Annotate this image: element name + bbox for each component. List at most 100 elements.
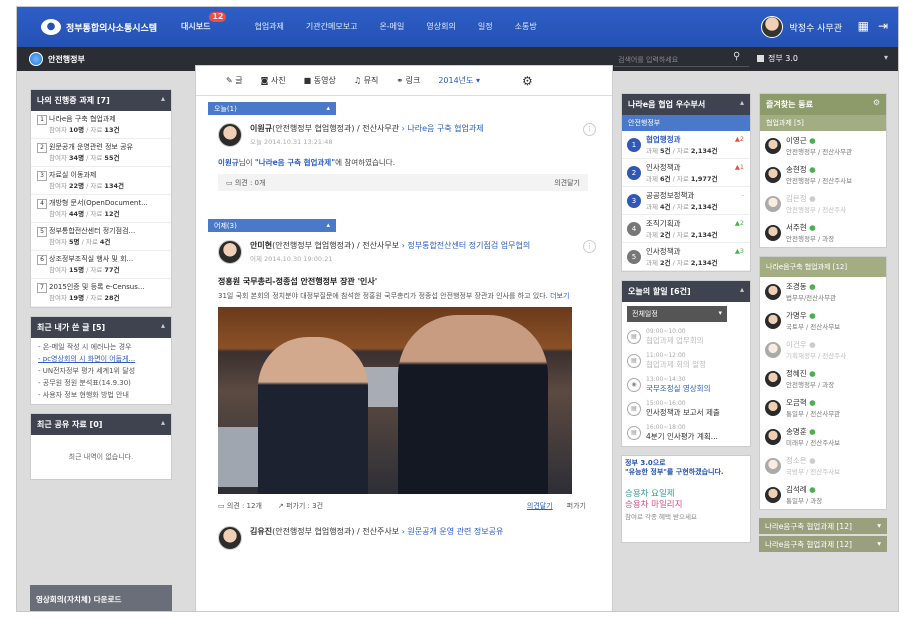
author-avatar[interactable]: [218, 526, 242, 550]
collapse-icon[interactable]: ▴: [161, 418, 165, 427]
year-select[interactable]: 2014년도 ▾: [438, 75, 480, 86]
recent-post-item[interactable]: - 온-메일 작성 시 에러나는 경우: [38, 341, 164, 353]
event-item[interactable]: ▤ 15:00~16:00 인사정책과 보고서 제출: [627, 400, 745, 418]
chevron-down-icon[interactable]: ▾: [884, 53, 888, 62]
post-menu-icon[interactable]: ⋮: [583, 240, 596, 253]
colleague-item[interactable]: 송명훈 ● 미래부 / 전산주사보: [760, 422, 886, 451]
author-name[interactable]: 안미현: [250, 241, 272, 250]
photo-button[interactable]: ◙ 사진: [261, 75, 286, 86]
task-link[interactable]: 정부통합전산센터 정기점검 업무협의: [407, 241, 530, 250]
grid-menu-icon[interactable]: ▦: [858, 19, 869, 33]
author-name[interactable]: 김유진: [250, 527, 272, 536]
logout-icon[interactable]: ⇥: [878, 19, 888, 33]
favorites-group[interactable]: 협업과제 [5]: [760, 115, 886, 131]
colleague-item[interactable]: 정소은 ● 국방부 / 전산주사보: [760, 451, 886, 480]
shares-count[interactable]: ↗ 퍼가기 : 3건: [278, 501, 323, 511]
recent-posts-header[interactable]: 최근 내가 쓴 글 [5] ▴: [31, 317, 171, 338]
rank-item[interactable]: 1 협업행정과 과제 5건 / 자료 2,134건 ▲2: [622, 131, 750, 159]
write-text-button[interactable]: ✎ 글: [226, 75, 243, 86]
event-item[interactable]: ▤ 09:00~10:00 협업과제 업무회의: [627, 328, 745, 346]
video-button[interactable]: ■ 동영상: [304, 75, 336, 86]
colleague-item[interactable]: 조경동 ● 법무부/전산사무관: [760, 277, 886, 306]
coop-group-collapsed[interactable]: 나라e음구축 협업과제 [12] ▾: [759, 518, 887, 534]
music-button[interactable]: ♫ 뮤직: [354, 75, 378, 86]
user-menu[interactable]: 박정수 사무관: [761, 16, 842, 38]
colleague-item[interactable]: 가명우 ● 국토부 / 전산사무보: [760, 306, 886, 335]
rank-item[interactable]: 3 공공정보정책과 과제 4건 / 자료 2,134건 -: [622, 187, 750, 215]
colleague-item[interactable]: 송현정 ● 안전행정부 / 전산주사보: [760, 160, 886, 189]
promo-banner[interactable]: 정부 3.0으로 "유능한 정부"를 구현하겠습니다. 승용차 요일제 승용차 마…: [621, 455, 751, 543]
settings-icon[interactable]: ⚙: [873, 98, 880, 107]
collapse-icon[interactable]: ▴: [740, 98, 744, 107]
recent-post-item[interactable]: - pc영상회의 시 화면이 어둡게...: [38, 353, 164, 365]
author-avatar[interactable]: [218, 240, 242, 264]
task-item[interactable]: 6 상조정부조직실 행사 및 회... 참여자 15명 / 자료 77건: [31, 251, 171, 279]
org-selector[interactable]: 안전행정부: [29, 52, 85, 66]
comments-count[interactable]: ▭ 의견 : 0개: [226, 178, 265, 188]
nav-memo-report[interactable]: 기관간메모보고: [306, 21, 358, 32]
comments-count[interactable]: ▭ 의견 : 12개: [218, 501, 262, 511]
body-task[interactable]: "나라e음 구축 협업과제": [255, 158, 335, 167]
nav-dashboard[interactable]: 대시보드 12: [181, 12, 232, 32]
nav-collab-task[interactable]: 협업과제: [254, 21, 283, 32]
chevron-down-icon[interactable]: ▾: [877, 539, 881, 548]
schedule-filter-select[interactable]: 전체일정 ▾: [627, 306, 727, 322]
gear-icon[interactable]: ⚙: [522, 74, 533, 88]
search-input[interactable]: 검색어를 입력하세요: [614, 52, 749, 67]
write-comment-button[interactable]: 의견달기: [527, 501, 553, 511]
task-item[interactable]: 1 나라e음 구축 협업과제 참여자 10명 / 자료 13건: [31, 111, 171, 139]
colleague-item[interactable]: 오금혁 ● 통일부 / 전산사무관: [760, 393, 886, 422]
nav-on-mail[interactable]: 온-메일: [379, 21, 404, 32]
recent-post-item[interactable]: - 공무원 정원 분석표(14.9.30): [38, 377, 164, 389]
task-item[interactable]: 5 정부통합전산센터 정기점검... 참여자 5명 / 자료 4건: [31, 223, 171, 251]
body-author[interactable]: 이원규: [218, 158, 239, 167]
chevron-down-icon[interactable]: ▾: [877, 521, 881, 530]
coop-group-collapsed[interactable]: 나라e음구축 협업과제 [12] ▾: [759, 536, 887, 552]
event-item[interactable]: ◉ 13:00~14:30 국무조정실 영상회의: [627, 376, 745, 394]
colleague-item[interactable]: 이건우 ● 기획재정부 / 전산주사: [760, 335, 886, 364]
share-button[interactable]: 퍼가기: [567, 501, 586, 511]
author-name[interactable]: 이원규: [250, 124, 272, 133]
rank-item[interactable]: 4 조직기획과 과제 2건 / 자료 2,134건 ▲2: [622, 215, 750, 243]
colleague-item[interactable]: 서주현 ● 안전행정부 / 과장: [760, 218, 886, 247]
post-menu-icon[interactable]: ⋮: [583, 123, 596, 136]
search-icon[interactable]: ⚲: [733, 51, 740, 62]
my-tasks-header[interactable]: 나의 진행중 과제 [7] ▴: [31, 90, 171, 111]
recent-post-item[interactable]: - UN전자정부 평가 세계1위 달성: [38, 365, 164, 377]
rank-item[interactable]: 2 인사정책과 과제 6건 / 자료 1,977건 ▲1: [622, 159, 750, 187]
event-item[interactable]: ▤ 11:00~12:00 협업과제 회의 일정: [627, 352, 745, 370]
favorites-header[interactable]: 즐겨찾는 동료 ⚙: [760, 94, 886, 115]
colleague-item[interactable]: 정혜진 ● 안전행정부 / 과장: [760, 364, 886, 393]
today-divider[interactable]: 오늘(1) ▴: [208, 102, 336, 115]
author-avatar[interactable]: [218, 123, 242, 147]
task-item[interactable]: 4 개방형 문서(OpenDocument... 참여자 44명 / 자료 12건: [31, 195, 171, 223]
event-item[interactable]: ▤ 16:00~18:00 4분기 인사평가 계획...: [627, 424, 745, 442]
video-download-button[interactable]: 영상회의(자치체) 다운로드: [30, 585, 172, 611]
colleague-item[interactable]: 이영근 ● 안전행정부 / 전산사무관: [760, 131, 886, 160]
collapse-icon[interactable]: ▴: [161, 321, 165, 330]
collapse-icon[interactable]: ▴: [326, 221, 330, 229]
write-comment-button[interactable]: 의견달기: [554, 178, 580, 188]
best-dept-header[interactable]: 나라e음 협업 우수부서 ▴: [622, 94, 750, 115]
collapse-icon[interactable]: ▴: [161, 94, 165, 103]
collapse-icon[interactable]: ▴: [326, 104, 330, 112]
task-link[interactable]: 원문공개 운영 관련 정보공유: [407, 527, 503, 536]
nav-video-conference[interactable]: 영상회의: [426, 21, 455, 32]
colleague-item[interactable]: 김석례 ● 통일부 / 과장: [760, 480, 886, 509]
task-item[interactable]: 3 자료실 이동과제 참여자 22명 / 자료 134건: [31, 167, 171, 195]
more-link[interactable]: 더보기: [550, 292, 569, 300]
today-todo-header[interactable]: 오늘의 할일 [6건] ▴: [622, 281, 750, 302]
nav-schedule[interactable]: 일정: [478, 21, 493, 32]
yesterday-divider[interactable]: 어제(3) ▴: [208, 219, 336, 232]
coop-header[interactable]: 나라e음구축 협업과제 [12]: [760, 257, 886, 277]
rank-item[interactable]: 5 인사정책과 과제 2건 / 자료 2,134건 ▲3: [622, 243, 750, 271]
task-item[interactable]: 2 원문공개 운영관련 정보 공유 참여자 34명 / 자료 55건: [31, 139, 171, 167]
nav-talk-room[interactable]: 소통방: [515, 21, 537, 32]
logo[interactable]: ● 정부통합의사소통시스템: [41, 19, 157, 35]
task-item[interactable]: 7 2015인증 및 등록 e-Census... 참여자 19명 / 자료 28건: [31, 279, 171, 307]
shared-docs-header[interactable]: 최근 공유 자료 [0] ▴: [31, 414, 171, 435]
collapse-icon[interactable]: ▴: [740, 285, 744, 294]
gov30-link[interactable]: 정부 3.0: [757, 53, 798, 64]
colleague-item[interactable]: 김은정 ● 안전행정부 / 전산주사: [760, 189, 886, 218]
recent-post-item[interactable]: - 사용자 정보 현행화 방법 안내: [38, 389, 164, 401]
